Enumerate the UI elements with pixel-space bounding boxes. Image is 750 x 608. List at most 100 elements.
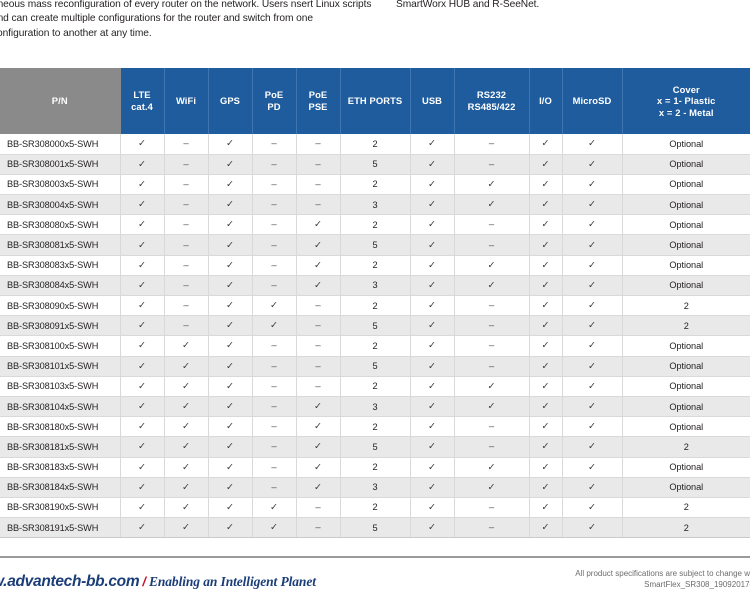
cell-poe_pse-check-icon: ✓ [296, 234, 341, 256]
cell-part-number: BB-SR308090x5-SWH [0, 295, 121, 317]
cell-part-number: BB-SR308183x5-SWH [0, 457, 121, 478]
dash-icon: – [271, 340, 277, 352]
cell-io-check-icon: ✓ [529, 275, 563, 297]
cell-io-check-icon: ✓ [529, 255, 563, 276]
column-header-sublabel: PD [267, 101, 281, 112]
column-header-label: WiFi [175, 95, 197, 107]
check-icon: ✓ [588, 441, 596, 453]
cell-poe_pse-dash-icon: – [296, 517, 341, 539]
check-icon: ✓ [428, 380, 436, 392]
cell-wifi-dash-icon: – [164, 154, 209, 175]
check-icon: ✓ [314, 279, 322, 291]
cell-wifi-dash-icon: – [164, 315, 209, 337]
cell-part-number: BB-SR308101x5-SWH [0, 356, 121, 377]
dash-icon: – [488, 219, 495, 231]
cell-rs-check-icon: ✓ [454, 457, 530, 478]
check-icon: ✓ [138, 522, 146, 534]
cell-poe_pd-dash-icon: – [252, 396, 297, 418]
cell-poe_pd-dash-icon: – [252, 477, 297, 498]
column-header-eth: ETH PORTS [340, 68, 411, 134]
cell-cover: Optional [622, 275, 750, 297]
cell-io-check-icon: ✓ [529, 154, 563, 175]
check-icon: ✓ [428, 360, 436, 372]
cell-poe_pse-check-icon: ✓ [296, 416, 341, 438]
cell-usb-check-icon: ✓ [410, 174, 455, 196]
cell-lte-check-icon: ✓ [120, 134, 165, 155]
company-website-link[interactable]: w.advantech-bb.com [0, 573, 140, 590]
check-icon: ✓ [428, 239, 436, 251]
cell-gps-check-icon: ✓ [208, 174, 253, 196]
check-icon: ✓ [428, 481, 436, 493]
cell-wifi-check-icon: ✓ [164, 477, 209, 498]
cell-lte-check-icon: ✓ [120, 497, 165, 519]
cell-io-check-icon: ✓ [529, 174, 563, 196]
check-icon: ✓ [588, 380, 596, 392]
check-icon: ✓ [138, 481, 146, 493]
cell-gps-check-icon: ✓ [208, 497, 253, 519]
cell-part-number: BB-SR308091x5-SWH [0, 315, 121, 337]
check-icon: ✓ [226, 401, 234, 413]
cell-part-number: BB-SR308190x5-SWH [0, 497, 121, 519]
check-icon: ✓ [588, 279, 596, 291]
cell-wifi-check-icon: ✓ [164, 356, 209, 377]
cell-poe_pd-check-icon: ✓ [252, 497, 297, 519]
table-row: BB-SR308191x5-SWH ✓ ✓ ✓ ✓ – 5 ✓ – ✓ ✓ 2 [0, 517, 750, 539]
dash-icon: – [488, 239, 495, 251]
column-header-poe_pse: PoE PSE [296, 68, 341, 134]
dash-icon: – [271, 138, 277, 150]
cell-eth: 5 [340, 315, 411, 337]
column-header-label: ETH PORTS [347, 95, 403, 107]
cell-part-number: BB-SR308104x5-SWH [0, 396, 121, 418]
cell-lte-check-icon: ✓ [120, 255, 165, 276]
cell-usb-check-icon: ✓ [410, 255, 455, 276]
check-icon: ✓ [182, 522, 190, 534]
check-icon: ✓ [314, 481, 322, 493]
dash-icon: – [271, 158, 277, 170]
check-icon: ✓ [226, 219, 234, 231]
check-icon: ✓ [588, 178, 596, 190]
check-icon: ✓ [182, 461, 190, 473]
dash-icon: – [271, 279, 277, 291]
check-icon: ✓ [226, 501, 234, 513]
column-header-microsd: MicroSD [562, 68, 623, 134]
column-header-label: USB [421, 95, 443, 107]
cell-microsd-check-icon: ✓ [562, 315, 623, 337]
check-icon: ✓ [226, 158, 234, 170]
dash-icon: – [315, 138, 321, 150]
check-icon: ✓ [541, 501, 550, 513]
check-icon: ✓ [428, 158, 436, 170]
column-header-label: GPS [219, 95, 241, 107]
column-header-sublabel: PSE [308, 101, 328, 112]
cell-poe_pse-dash-icon: – [296, 335, 341, 357]
cell-usb-check-icon: ✓ [410, 457, 455, 478]
check-icon: ✓ [226, 199, 234, 211]
column-header-sublabel-2: x = 2 - Metal [658, 106, 714, 118]
dash-icon: – [183, 239, 189, 251]
check-icon: ✓ [138, 401, 146, 413]
dash-icon: – [271, 461, 277, 473]
cell-io-check-icon: ✓ [529, 376, 563, 397]
check-icon: ✓ [428, 138, 436, 150]
check-icon: ✓ [588, 401, 596, 413]
cell-eth: 5 [340, 436, 411, 458]
cell-microsd-check-icon: ✓ [562, 234, 623, 256]
cell-wifi-dash-icon: – [164, 275, 209, 297]
cell-cover: Optional [622, 396, 750, 418]
cell-rs-dash-icon: – [454, 234, 530, 256]
cell-lte-check-icon: ✓ [120, 295, 165, 317]
dash-icon: – [315, 178, 321, 190]
check-icon: ✓ [226, 320, 234, 332]
cell-rs-dash-icon: – [454, 497, 530, 519]
table-row: BB-SR308083x5-SWH ✓ – ✓ – ✓ 2 ✓ ✓ ✓ ✓ Optional [0, 255, 750, 276]
check-icon: ✓ [541, 219, 550, 231]
dash-icon: – [183, 279, 189, 291]
check-icon: ✓ [182, 421, 190, 433]
dash-icon: – [183, 219, 189, 231]
cell-usb-check-icon: ✓ [410, 295, 455, 317]
dash-icon: – [271, 239, 277, 251]
dash-icon: – [488, 340, 495, 352]
cell-cover: Optional [622, 416, 750, 438]
column-header-label: PoE [264, 89, 284, 101]
cell-gps-check-icon: ✓ [208, 416, 253, 438]
dash-icon: – [488, 320, 495, 332]
